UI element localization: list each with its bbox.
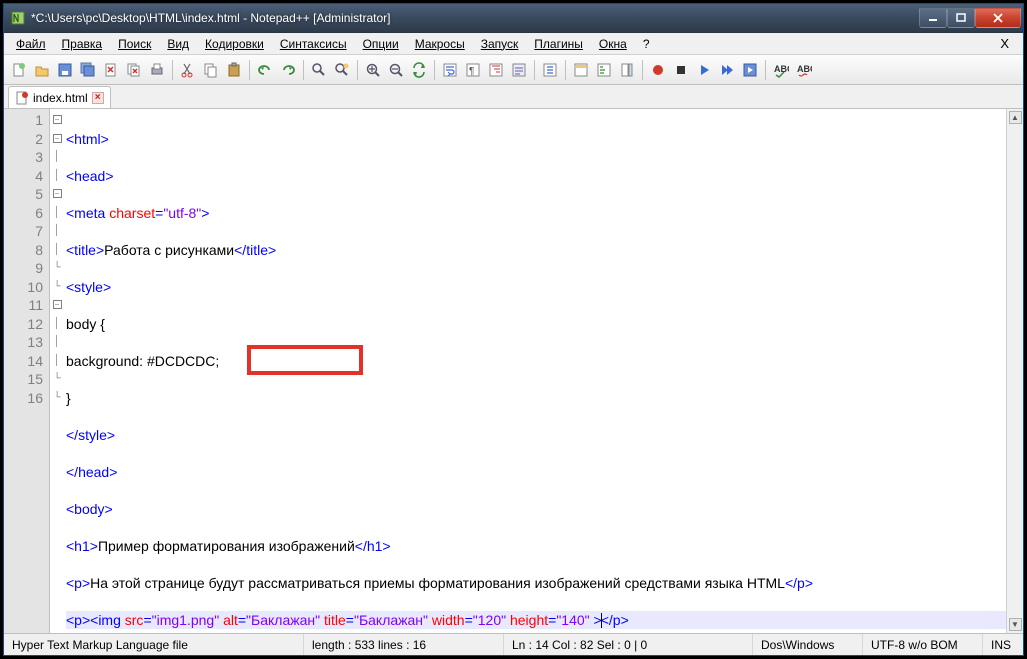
save-macro-button[interactable] (739, 59, 761, 81)
menu-search[interactable]: Поиск (110, 35, 159, 53)
svg-text:ABC: ABC (774, 64, 789, 74)
cut-button[interactable] (177, 59, 199, 81)
menu-encoding[interactable]: Кодировки (197, 35, 272, 53)
maximize-button[interactable] (947, 8, 975, 28)
save-all-button[interactable] (77, 59, 99, 81)
find-button[interactable] (308, 59, 330, 81)
close-button[interactable] (975, 8, 1021, 28)
editor[interactable]: 1234 5678 9101112 13141516 − − ││ − │││ … (4, 109, 1023, 633)
replace-button[interactable] (331, 59, 353, 81)
spellopts-button[interactable]: ABC (793, 59, 815, 81)
status-position: Ln : 14 Col : 82 Sel : 0 | 0 (504, 634, 753, 655)
scroll-up-icon[interactable]: ▲ (1009, 111, 1022, 124)
status-encoding[interactable]: UTF-8 w/o BOM (863, 634, 983, 655)
stop-macro-button[interactable] (670, 59, 692, 81)
menu-plugins[interactable]: Плагины (526, 35, 591, 53)
indent-guide-button[interactable] (485, 59, 507, 81)
menu-edit[interactable]: Правка (54, 35, 111, 53)
menubar: Файл Правка Поиск Вид Кодировки Синтакси… (4, 33, 1023, 55)
menu-syntax[interactable]: Синтаксисы (272, 35, 355, 53)
open-file-button[interactable] (31, 59, 53, 81)
menu-close-doc[interactable]: X (990, 34, 1019, 53)
doc-list-button[interactable] (570, 59, 592, 81)
fold-button[interactable] (539, 59, 561, 81)
close-all-button[interactable] (123, 59, 145, 81)
statusbar: Hyper Text Markup Language file length :… (4, 633, 1023, 655)
menu-view[interactable]: Вид (159, 35, 197, 53)
tab-label: index.html (33, 91, 88, 105)
status-eol[interactable]: Dos\Windows (753, 634, 863, 655)
spellcheck-button[interactable]: ABC (770, 59, 792, 81)
zoom-in-button[interactable] (362, 59, 384, 81)
redo-button[interactable] (277, 59, 299, 81)
window-title: *C:\Users\pc\Desktop\HTML\index.html - N… (31, 11, 919, 25)
toolbar: ¶ ABC ABC (4, 55, 1023, 85)
word-wrap-button[interactable] (439, 59, 461, 81)
status-filetype: Hyper Text Markup Language file (4, 634, 304, 655)
print-button[interactable] (146, 59, 168, 81)
save-button[interactable] (54, 59, 76, 81)
status-mode[interactable]: INS (983, 634, 1023, 655)
app-icon (10, 10, 26, 26)
user-lang-button[interactable] (508, 59, 530, 81)
line-number-gutter: 1234 5678 9101112 13141516 (4, 109, 50, 633)
menu-file[interactable]: Файл (8, 35, 54, 53)
new-file-button[interactable] (8, 59, 30, 81)
menu-run[interactable]: Запуск (473, 35, 527, 53)
scroll-down-icon[interactable]: ▼ (1009, 618, 1022, 631)
tab-index-html[interactable]: index.html × (8, 86, 111, 108)
undo-button[interactable] (254, 59, 276, 81)
paste-button[interactable] (223, 59, 245, 81)
tabbar: index.html × (4, 85, 1023, 109)
code-area[interactable]: <html> <head> <meta charset="utf-8"> <ti… (64, 109, 1023, 633)
svg-text:ABC: ABC (797, 64, 812, 74)
play-macro-button[interactable] (693, 59, 715, 81)
tab-close-icon[interactable]: × (92, 92, 104, 104)
svg-text:¶: ¶ (469, 66, 474, 77)
file-modified-icon (15, 91, 29, 105)
sync-scroll-button[interactable] (408, 59, 430, 81)
play-multi-button[interactable] (716, 59, 738, 81)
menu-macros[interactable]: Макросы (407, 35, 473, 53)
fold-column[interactable]: − − ││ − │││ └└ − │││ └└ (50, 109, 64, 633)
minimize-button[interactable] (919, 8, 947, 28)
status-length: length : 533 lines : 16 (304, 634, 504, 655)
zoom-out-button[interactable] (385, 59, 407, 81)
window-titlebar: *C:\Users\pc\Desktop\HTML\index.html - N… (4, 4, 1023, 33)
menu-options[interactable]: Опции (355, 35, 407, 53)
menu-help[interactable]: ? (635, 35, 658, 53)
menu-windows[interactable]: Окна (591, 35, 635, 53)
show-chars-button[interactable]: ¶ (462, 59, 484, 81)
doc-map-button[interactable] (616, 59, 638, 81)
record-macro-button[interactable] (647, 59, 669, 81)
copy-button[interactable] (200, 59, 222, 81)
close-file-button[interactable] (100, 59, 122, 81)
func-list-button[interactable] (593, 59, 615, 81)
vertical-scrollbar[interactable]: ▲ ▼ (1006, 109, 1023, 633)
